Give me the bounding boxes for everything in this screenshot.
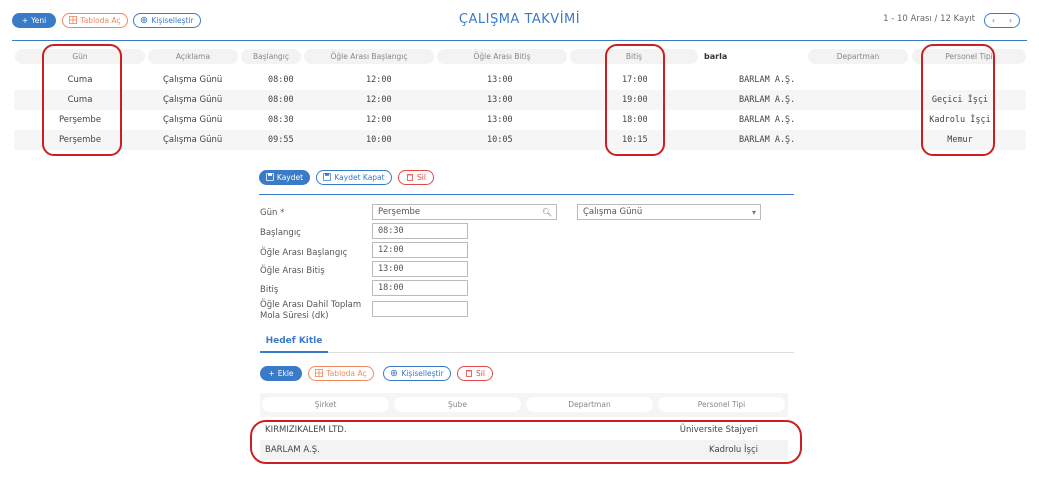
cell-lunch-start: 12:00 bbox=[366, 75, 392, 85]
highlight-sub-table-rows bbox=[250, 420, 802, 464]
save-button-label: Kaydet bbox=[276, 173, 304, 182]
sub-customize-button[interactable]: Kişiselleştir bbox=[383, 366, 451, 381]
highlight-day-column bbox=[42, 44, 122, 156]
sub-delete-button-label: Sil bbox=[476, 369, 485, 378]
sub-col-header-department[interactable]: Departman bbox=[526, 397, 653, 412]
sub-col-header-company[interactable]: Şirket bbox=[262, 397, 389, 412]
end-label: Bitiş bbox=[260, 285, 279, 295]
cell-description: Çalışma Günü bbox=[163, 75, 223, 85]
table-row[interactable]: Perşembe Çalışma Günü 09:55 10:00 10:05 … bbox=[14, 130, 1026, 150]
table-grid-icon bbox=[315, 368, 324, 379]
day-label: Gün * bbox=[260, 208, 285, 218]
col-header-start[interactable]: Başlangıç bbox=[241, 49, 301, 64]
break-total-label: Öğle Arası Dahil Toplam Mola Süresi (dk) bbox=[260, 300, 361, 322]
col-header-company[interactable]: barla bbox=[704, 49, 804, 64]
cell-start: 09:55 bbox=[268, 135, 294, 145]
cell-company: BARLAM A.Ş. bbox=[739, 135, 796, 145]
cell-company: BARLAM A.Ş. bbox=[739, 95, 796, 105]
break-total-label-line1: Öğle Arası Dahil Toplam bbox=[260, 300, 362, 310]
start-label: Başlangıç bbox=[260, 228, 301, 238]
tab-active-indicator bbox=[260, 351, 328, 353]
type-select[interactable]: Çalışma Günü ▾ bbox=[577, 204, 761, 220]
start-input[interactable]: 08:30 bbox=[372, 223, 468, 239]
cell-description: Çalışma Günü bbox=[163, 135, 223, 145]
sub-delete-button[interactable]: Sil bbox=[457, 366, 493, 381]
cell-company: BARLAM A.Ş. bbox=[739, 115, 796, 125]
cell-start: 08:30 bbox=[268, 115, 294, 125]
floppy-icon bbox=[323, 172, 332, 183]
next-page-icon[interactable]: › bbox=[1009, 16, 1012, 25]
cell-lunch-start: 10:00 bbox=[366, 135, 392, 145]
cell-start: 08:00 bbox=[268, 75, 294, 85]
cell-lunch-end: 10:05 bbox=[487, 135, 513, 145]
break-total-label-line2: Mola Süresi (dk) bbox=[260, 311, 329, 321]
save-close-button[interactable]: Kaydet Kapat bbox=[316, 170, 392, 185]
pager[interactable]: ‹ › bbox=[984, 13, 1020, 28]
highlight-personnel-type-column bbox=[921, 44, 995, 156]
gear-icon bbox=[390, 369, 398, 379]
lunch-start-input[interactable]: 12:00 bbox=[372, 242, 468, 258]
delete-button-label: Sil bbox=[417, 173, 426, 182]
search-icon[interactable]: 🔍︎ bbox=[542, 206, 552, 220]
col-header-description[interactable]: Açıklama bbox=[148, 49, 238, 64]
floppy-icon bbox=[265, 172, 274, 183]
table-row[interactable]: Cuma Çalışma Günü 08:00 12:00 13:00 17:0… bbox=[14, 70, 1026, 90]
form-divider bbox=[259, 194, 794, 195]
day-select-value: Perşembe bbox=[378, 207, 421, 217]
type-select-value: Çalışma Günü bbox=[583, 207, 643, 217]
sub-col-header-personnel-type[interactable]: Personel Tipi bbox=[658, 397, 785, 412]
table-row[interactable]: Cuma Çalışma Günü 08:00 12:00 13:00 19:0… bbox=[14, 90, 1026, 110]
col-header-lunch-start[interactable]: Öğle Arası Başlangıç bbox=[304, 49, 434, 64]
trash-icon bbox=[465, 369, 473, 379]
cell-start: 08:00 bbox=[268, 95, 294, 105]
cell-lunch-end: 13:00 bbox=[487, 95, 513, 105]
day-select[interactable]: Perşembe 🔍︎ bbox=[372, 204, 557, 220]
lunch-start-label: Öğle Arası Başlangıç bbox=[260, 248, 348, 258]
tab-divider bbox=[260, 352, 794, 353]
col-header-lunch-end[interactable]: Öğle Arası Bitiş bbox=[437, 49, 567, 64]
cell-description: Çalışma Günü bbox=[163, 95, 223, 105]
lunch-end-label: Öğle Arası Bitiş bbox=[260, 266, 325, 276]
end-input[interactable]: 18:00 bbox=[372, 280, 468, 296]
cell-company: BARLAM A.Ş. bbox=[739, 75, 796, 85]
lunch-end-input[interactable]: 13:00 bbox=[372, 261, 468, 277]
sub-open-in-table-label: Tabloda Aç bbox=[326, 369, 367, 378]
cell-lunch-start: 12:00 bbox=[366, 95, 392, 105]
cell-description: Çalışma Günü bbox=[163, 115, 223, 125]
header-divider bbox=[12, 40, 1027, 41]
prev-page-icon[interactable]: ‹ bbox=[992, 16, 995, 25]
sub-open-in-table-button[interactable]: Tabloda Aç bbox=[308, 366, 374, 381]
cell-lunch-end: 13:00 bbox=[487, 75, 513, 85]
add-button-label: Ekle bbox=[277, 369, 294, 378]
sub-customize-label: Kişiselleştir bbox=[401, 369, 444, 378]
col-header-department[interactable]: Departman bbox=[808, 49, 908, 64]
tab-target-audience[interactable]: Hedef Kitle bbox=[260, 336, 328, 346]
delete-button[interactable]: Sil bbox=[398, 170, 434, 185]
save-close-label: Kaydet Kapat bbox=[334, 173, 385, 182]
table-row[interactable]: Perşembe Çalışma Günü 08:30 12:00 13:00 … bbox=[14, 110, 1026, 130]
cell-lunch-end: 13:00 bbox=[487, 115, 513, 125]
break-total-input[interactable] bbox=[372, 301, 468, 317]
add-button[interactable]: + Ekle bbox=[260, 366, 302, 381]
cell-lunch-start: 12:00 bbox=[366, 115, 392, 125]
highlight-end-column bbox=[605, 44, 665, 156]
plus-icon: + bbox=[268, 369, 275, 378]
trash-icon bbox=[406, 173, 414, 183]
paging-summary: 1 - 10 Arası / 12 Kayıt bbox=[883, 14, 975, 24]
save-button[interactable]: Kaydet bbox=[259, 170, 310, 185]
sub-col-header-branch[interactable]: Şube bbox=[394, 397, 521, 412]
chevron-down-icon: ▾ bbox=[751, 208, 756, 217]
